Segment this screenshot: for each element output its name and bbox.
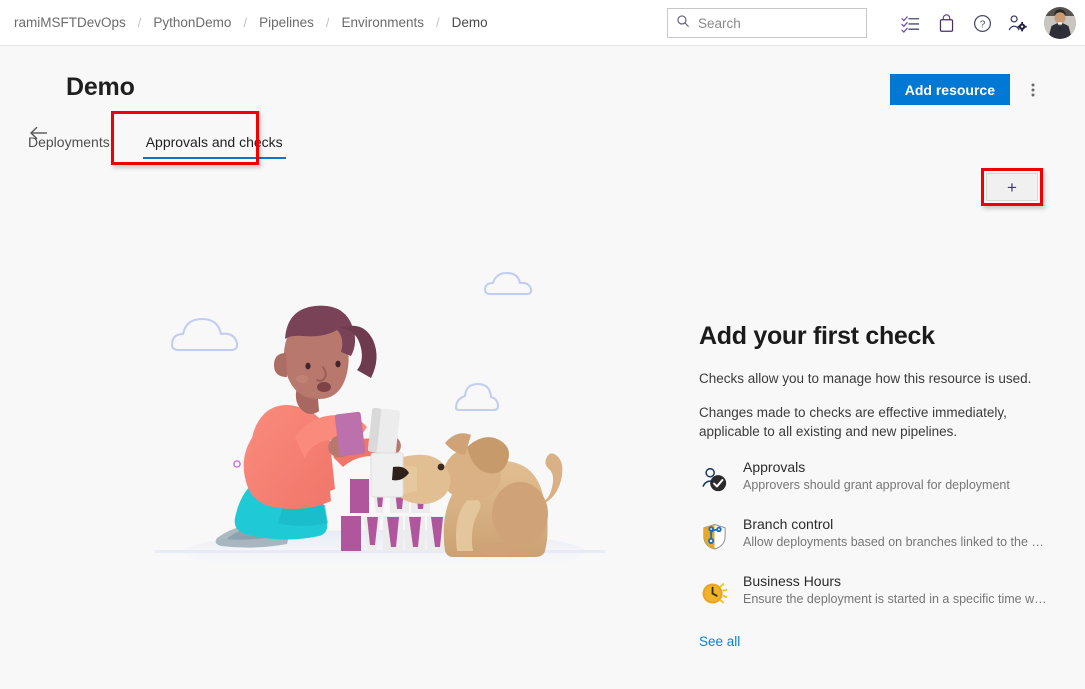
empty-state-panel: Add your first check Checks allow you to… xyxy=(699,322,1059,651)
search-icon xyxy=(676,14,690,33)
check-type-description: Approvers should grant approval for depl… xyxy=(743,477,1010,493)
check-type-name: Approvals xyxy=(743,459,1010,475)
panel-paragraph-1: Checks allow you to manage how this reso… xyxy=(699,369,1044,388)
check-type-text: Branch control Allow deployments based o… xyxy=(743,516,1048,550)
breadcrumb-item-demo[interactable]: Demo xyxy=(446,13,494,32)
branch-control-shield-icon xyxy=(699,521,729,551)
check-type-description: Ensure the deployment is started in a sp… xyxy=(743,591,1048,607)
breadcrumb-item-project[interactable]: PythonDemo xyxy=(147,13,237,32)
panel-paragraph-2: Changes made to checks are effective imm… xyxy=(699,403,1044,441)
business-hours-clock-icon xyxy=(699,578,729,608)
check-type-name: Business Hours xyxy=(743,573,1048,589)
check-type-name: Branch control xyxy=(743,516,1048,532)
marketplace-bag-icon[interactable] xyxy=(929,6,963,40)
tasks-checklist-icon[interactable] xyxy=(893,6,927,40)
breadcrumb: ramiMSFTDevOps / PythonDemo / Pipelines … xyxy=(8,13,494,32)
breadcrumb-item-organization[interactable]: ramiMSFTDevOps xyxy=(8,13,132,32)
user-avatar[interactable] xyxy=(1044,7,1076,39)
check-type-approvals[interactable]: Approvals Approvers should grant approva… xyxy=(699,459,1059,494)
add-check-control: + xyxy=(986,173,1038,201)
page-header: Demo Add resource Deployments Approvals … xyxy=(0,46,1085,158)
breadcrumb-separator: / xyxy=(237,15,253,30)
topbar-actions: ? xyxy=(667,0,1085,46)
top-navigation-bar: ramiMSFTDevOps / PythonDemo / Pipelines … xyxy=(0,0,1085,46)
check-type-business-hours[interactable]: Business Hours Ensure the deployment is … xyxy=(699,573,1059,608)
check-type-branch-control[interactable]: Branch control Allow deployments based o… xyxy=(699,516,1059,551)
approvals-person-check-icon xyxy=(699,464,729,494)
check-type-text: Business Hours Ensure the deployment is … xyxy=(743,573,1048,607)
page-content: Demo Add resource Deployments Approvals … xyxy=(0,46,1085,689)
page-title: Demo xyxy=(66,73,135,102)
tab-deployments[interactable]: Deployments xyxy=(28,134,124,159)
check-type-list: Approvals Approvers should grant approva… xyxy=(699,459,1059,608)
tab-approvals-and-checks[interactable]: Approvals and checks xyxy=(134,134,295,159)
breadcrumb-separator: / xyxy=(430,15,446,30)
tab-bar: Deployments Approvals and checks xyxy=(28,121,295,159)
breadcrumb-separator: / xyxy=(132,15,148,30)
user-settings-icon[interactable] xyxy=(1001,6,1035,40)
check-type-description: Allow deployments based on branches link… xyxy=(743,534,1048,550)
search-input[interactable] xyxy=(698,16,858,31)
search-box[interactable] xyxy=(667,8,867,38)
breadcrumb-separator: / xyxy=(320,15,336,30)
add-resource-button[interactable]: Add resource xyxy=(890,74,1010,105)
person-building-card-pyramid-with-dog-illustration xyxy=(145,261,615,581)
help-question-icon[interactable]: ? xyxy=(965,6,999,40)
more-options-icon[interactable] xyxy=(1019,75,1047,105)
breadcrumb-item-pipelines[interactable]: Pipelines xyxy=(253,13,320,32)
add-check-plus-button[interactable]: + xyxy=(986,173,1038,201)
svg-text:?: ? xyxy=(979,19,985,30)
panel-title: Add your first check xyxy=(699,322,1059,351)
check-type-text: Approvals Approvers should grant approva… xyxy=(743,459,1010,493)
breadcrumb-item-environments[interactable]: Environments xyxy=(335,13,430,32)
see-all-link[interactable]: See all xyxy=(699,634,740,649)
